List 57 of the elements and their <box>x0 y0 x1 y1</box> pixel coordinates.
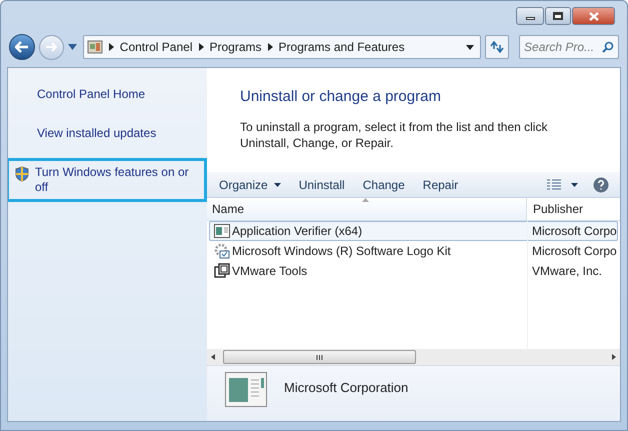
shield-icon <box>15 166 29 182</box>
page-title: Uninstall or change a program <box>240 87 442 107</box>
scroll-right-icon[interactable] <box>612 354 616 360</box>
chevron-right-icon[interactable] <box>198 43 204 51</box>
toolbar-button[interactable]: Organize <box>211 174 289 196</box>
toolbar-button[interactable]: Repair <box>414 174 466 196</box>
dropdown-icon <box>571 182 578 186</box>
refresh-icon <box>490 41 504 53</box>
search-field[interactable]: Search Pro... <box>519 35 620 59</box>
address-bar[interactable]: Control Panel Programs Programs and Features <box>82 35 482 59</box>
grip-icon <box>316 354 323 360</box>
back-arrow-icon <box>14 41 29 53</box>
breadcrumb[interactable]: Programs and Features <box>278 38 405 56</box>
description-text: To uninstall a program, select it from the list and then click Uninstall, Change, or Repair. <box>240 118 548 150</box>
publisher-text: Microsoft Corporation <box>284 379 408 397</box>
table-cell-text: Microsoft Windows (R) Software Logo Kit <box>232 243 451 260</box>
search-icon[interactable] <box>602 41 614 53</box>
table-cell-text: VMware, Inc. <box>531 263 602 280</box>
toolbar-button[interactable]: Uninstall <box>290 174 353 196</box>
close-button[interactable] <box>572 7 615 25</box>
refresh-button[interactable] <box>485 35 510 59</box>
column-header[interactable]: Publisher <box>527 198 620 220</box>
control-panel-icon <box>86 39 103 55</box>
horizontal-scrollbar[interactable] <box>207 349 620 365</box>
table-cell-text: Application Verifier (x64) <box>232 223 362 240</box>
sort-arrow-icon <box>362 198 369 202</box>
cube-icon <box>214 263 230 279</box>
dropdown-icon[interactable] <box>466 44 474 50</box>
back-button[interactable] <box>9 34 35 60</box>
scrollbar-thumb[interactable] <box>223 350 416 364</box>
scroll-left-icon[interactable] <box>211 354 215 360</box>
maximize-icon <box>553 12 563 20</box>
toolbar-button[interactable]: Change <box>354 174 413 196</box>
minimize-button[interactable] <box>516 7 544 25</box>
table-cell-text: VMware Tools <box>232 263 308 280</box>
sidebar-link[interactable]: Control Panel Home <box>8 80 207 109</box>
sidebar-link[interactable]: Turn Windows features on or off <box>8 158 207 202</box>
breadcrumb[interactable]: Programs <box>210 38 262 56</box>
maximize-button[interactable] <box>545 7 571 25</box>
table-cell-text: Microsoft Corpo <box>531 243 617 260</box>
program-window-icon <box>214 224 230 238</box>
close-icon <box>588 12 598 20</box>
minimize-icon <box>526 17 534 20</box>
forward-arrow-icon <box>45 42 58 52</box>
program-row[interactable]: Application Verifier (x64) Microsoft Corpo <box>209 221 618 241</box>
list-view-icon <box>547 179 561 190</box>
history-dropdown-icon[interactable] <box>68 44 77 50</box>
program-window-icon <box>225 372 267 407</box>
program-row[interactable]: Microsoft Windows (R) Software Logo Kit Microsoft Corpo <box>209 241 618 261</box>
sidebar-link[interactable]: View installed updates <box>8 119 207 148</box>
chevron-right-icon[interactable] <box>108 43 114 51</box>
column-header[interactable]: Name <box>207 198 527 220</box>
breadcrumb[interactable]: Control Panel <box>120 38 192 56</box>
program-row[interactable]: VMware Tools VMware, Inc. <box>209 261 618 281</box>
help-icon[interactable] <box>593 176 609 192</box>
chevron-right-icon[interactable] <box>268 43 273 51</box>
table-cell-text: Microsoft Corpo <box>531 223 617 240</box>
